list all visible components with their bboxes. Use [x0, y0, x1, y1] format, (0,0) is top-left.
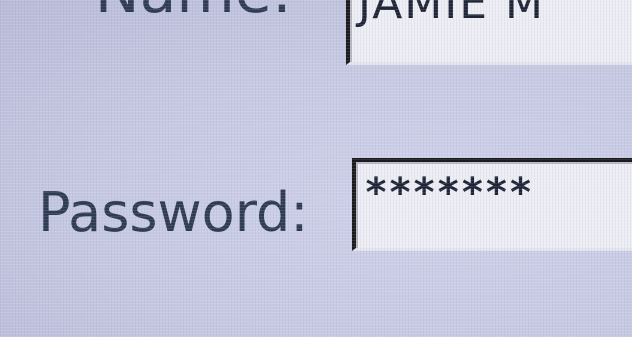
name-label: Name: [95, 0, 292, 22]
password-label: Password: [38, 181, 309, 244]
name-input-value: JAMIE M [358, 0, 545, 29]
password-input-value: ******* [364, 170, 533, 216]
name-input[interactable]: JAMIE M [346, 0, 632, 65]
password-input[interactable]: ******* [352, 158, 632, 251]
login-screen: Name: JAMIE M Password: ******* [0, 0, 632, 337]
